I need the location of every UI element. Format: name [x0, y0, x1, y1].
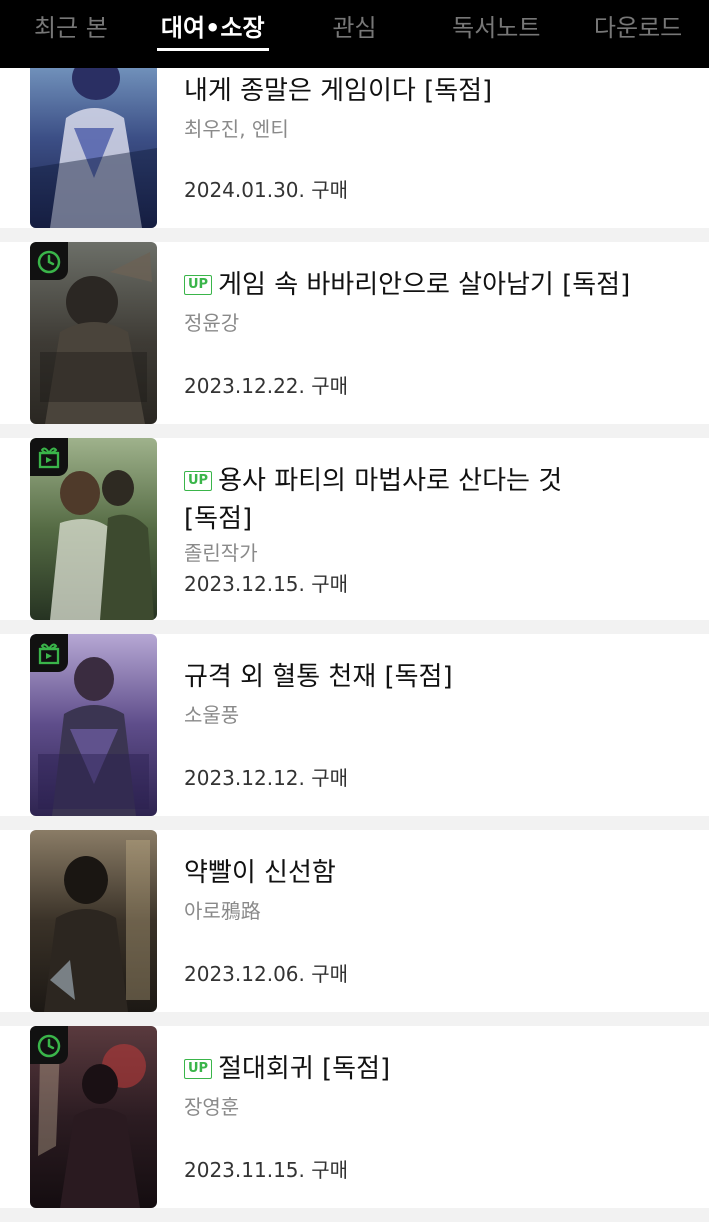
book-author: 졸린작가: [184, 541, 258, 565]
list-item[interactable]: 규격 외 혈통 천재 [독점] 소울풍 2023.12.12. 구매: [0, 634, 709, 816]
cover-art-image: [30, 48, 157, 228]
book-info: 규격 외 혈통 천재 [독점] 소울풍: [184, 658, 689, 728]
book-info: 내게 종말은 게임이다 [독점] 최우진, 엔티: [184, 72, 689, 142]
book-info: UP 용사 파티의 마법사로 산다는 것 [독점] 졸린작가: [184, 462, 689, 566]
book-info: UP 게임 속 바바리안으로 살아남기 [독점] 정윤강: [184, 266, 689, 336]
book-cover[interactable]: [30, 1026, 157, 1208]
tab-interest[interactable]: 관심: [284, 0, 426, 40]
book-title[interactable]: 규격 외 혈통 천재 [독점]: [184, 658, 689, 696]
list-item[interactable]: UP 용사 파티의 마법사로 산다는 것 [독점] 졸린작가 2023.12.15.…: [0, 438, 709, 620]
book-cover[interactable]: [30, 438, 157, 620]
top-tab-bar: 최근 본 대여•소장 관심 독서노트 다운로드: [0, 0, 709, 68]
tab-rental-owned[interactable]: 대여•소장: [142, 0, 284, 51]
purchase-date: 2024.01.30. 구매: [184, 178, 349, 202]
book-info: UP 절대회귀 [독점] 장영훈: [184, 1050, 689, 1120]
purchase-date: 2023.11.15. 구매: [184, 1158, 349, 1182]
book-cover[interactable]: [30, 48, 157, 228]
book-title[interactable]: UP 용사 파티의 마법사로 산다는 것 [독점]: [184, 462, 689, 538]
tab-downloads[interactable]: 다운로드: [567, 0, 709, 40]
purchase-date: 2023.12.22. 구매: [184, 374, 349, 398]
tab-recent[interactable]: 최근 본: [0, 0, 142, 40]
list-item[interactable]: UP 절대회귀 [독점] 장영훈 2023.11.15. 구매: [0, 1026, 709, 1208]
book-title[interactable]: UP 절대회귀 [독점]: [184, 1050, 689, 1088]
purchase-date: 2023.12.06. 구매: [184, 962, 349, 986]
clock-icon: [30, 1026, 68, 1064]
book-title-text: 절대회귀 [독점]: [218, 1054, 391, 1084]
tab-reading-notes[interactable]: 독서노트: [425, 0, 567, 40]
book-author: 아로鴉路: [184, 899, 261, 923]
gift-icon: [30, 634, 68, 672]
list-item[interactable]: 약빨이 신선함 아로鴉路 2023.12.06. 구매: [0, 830, 709, 1012]
book-cover[interactable]: [30, 242, 157, 424]
list-item[interactable]: UP 게임 속 바바리안으로 살아남기 [독점] 정윤강 2023.12.22. …: [0, 242, 709, 424]
up-badge: UP: [184, 471, 213, 491]
clock-icon: [30, 242, 68, 280]
book-title[interactable]: UP 게임 속 바바리안으로 살아남기 [독점]: [184, 266, 689, 304]
purchase-date: 2023.12.12. 구매: [184, 766, 349, 790]
book-title[interactable]: 내게 종말은 게임이다 [독점]: [184, 72, 689, 110]
up-badge: UP: [184, 275, 213, 295]
book-author: 장영훈: [184, 1095, 240, 1119]
book-cover[interactable]: [30, 634, 157, 816]
book-title[interactable]: 약빨이 신선함: [184, 854, 689, 892]
book-title-text: 용사 파티의 마법사로 산다는 것: [218, 466, 563, 496]
gift-icon: [30, 438, 68, 476]
list-item[interactable]: 내게 종말은 게임이다 [독점] 최우진, 엔티 2024.01.30. 구매: [0, 48, 709, 228]
book-info: 약빨이 신선함 아로鴉路: [184, 854, 689, 924]
tab-rental-owned-label: 대여•소장: [160, 14, 265, 42]
purchase-date: 2023.12.15. 구매: [184, 572, 349, 596]
book-cover[interactable]: [30, 830, 157, 1012]
book-author: 소울풍: [184, 703, 240, 727]
book-list: 내게 종말은 게임이다 [독점] 최우진, 엔티 2024.01.30. 구매: [0, 48, 709, 1222]
book-author: 최우진, 엔티: [184, 117, 289, 141]
book-title-text: 게임 속 바바리안으로 살아남기 [독점]: [218, 270, 631, 300]
book-title-text-line2: [독점]: [184, 504, 253, 534]
cover-art-image: [30, 830, 157, 1012]
up-badge: UP: [184, 1059, 213, 1079]
active-tab-indicator: [156, 48, 269, 51]
book-author: 정윤강: [184, 311, 240, 335]
